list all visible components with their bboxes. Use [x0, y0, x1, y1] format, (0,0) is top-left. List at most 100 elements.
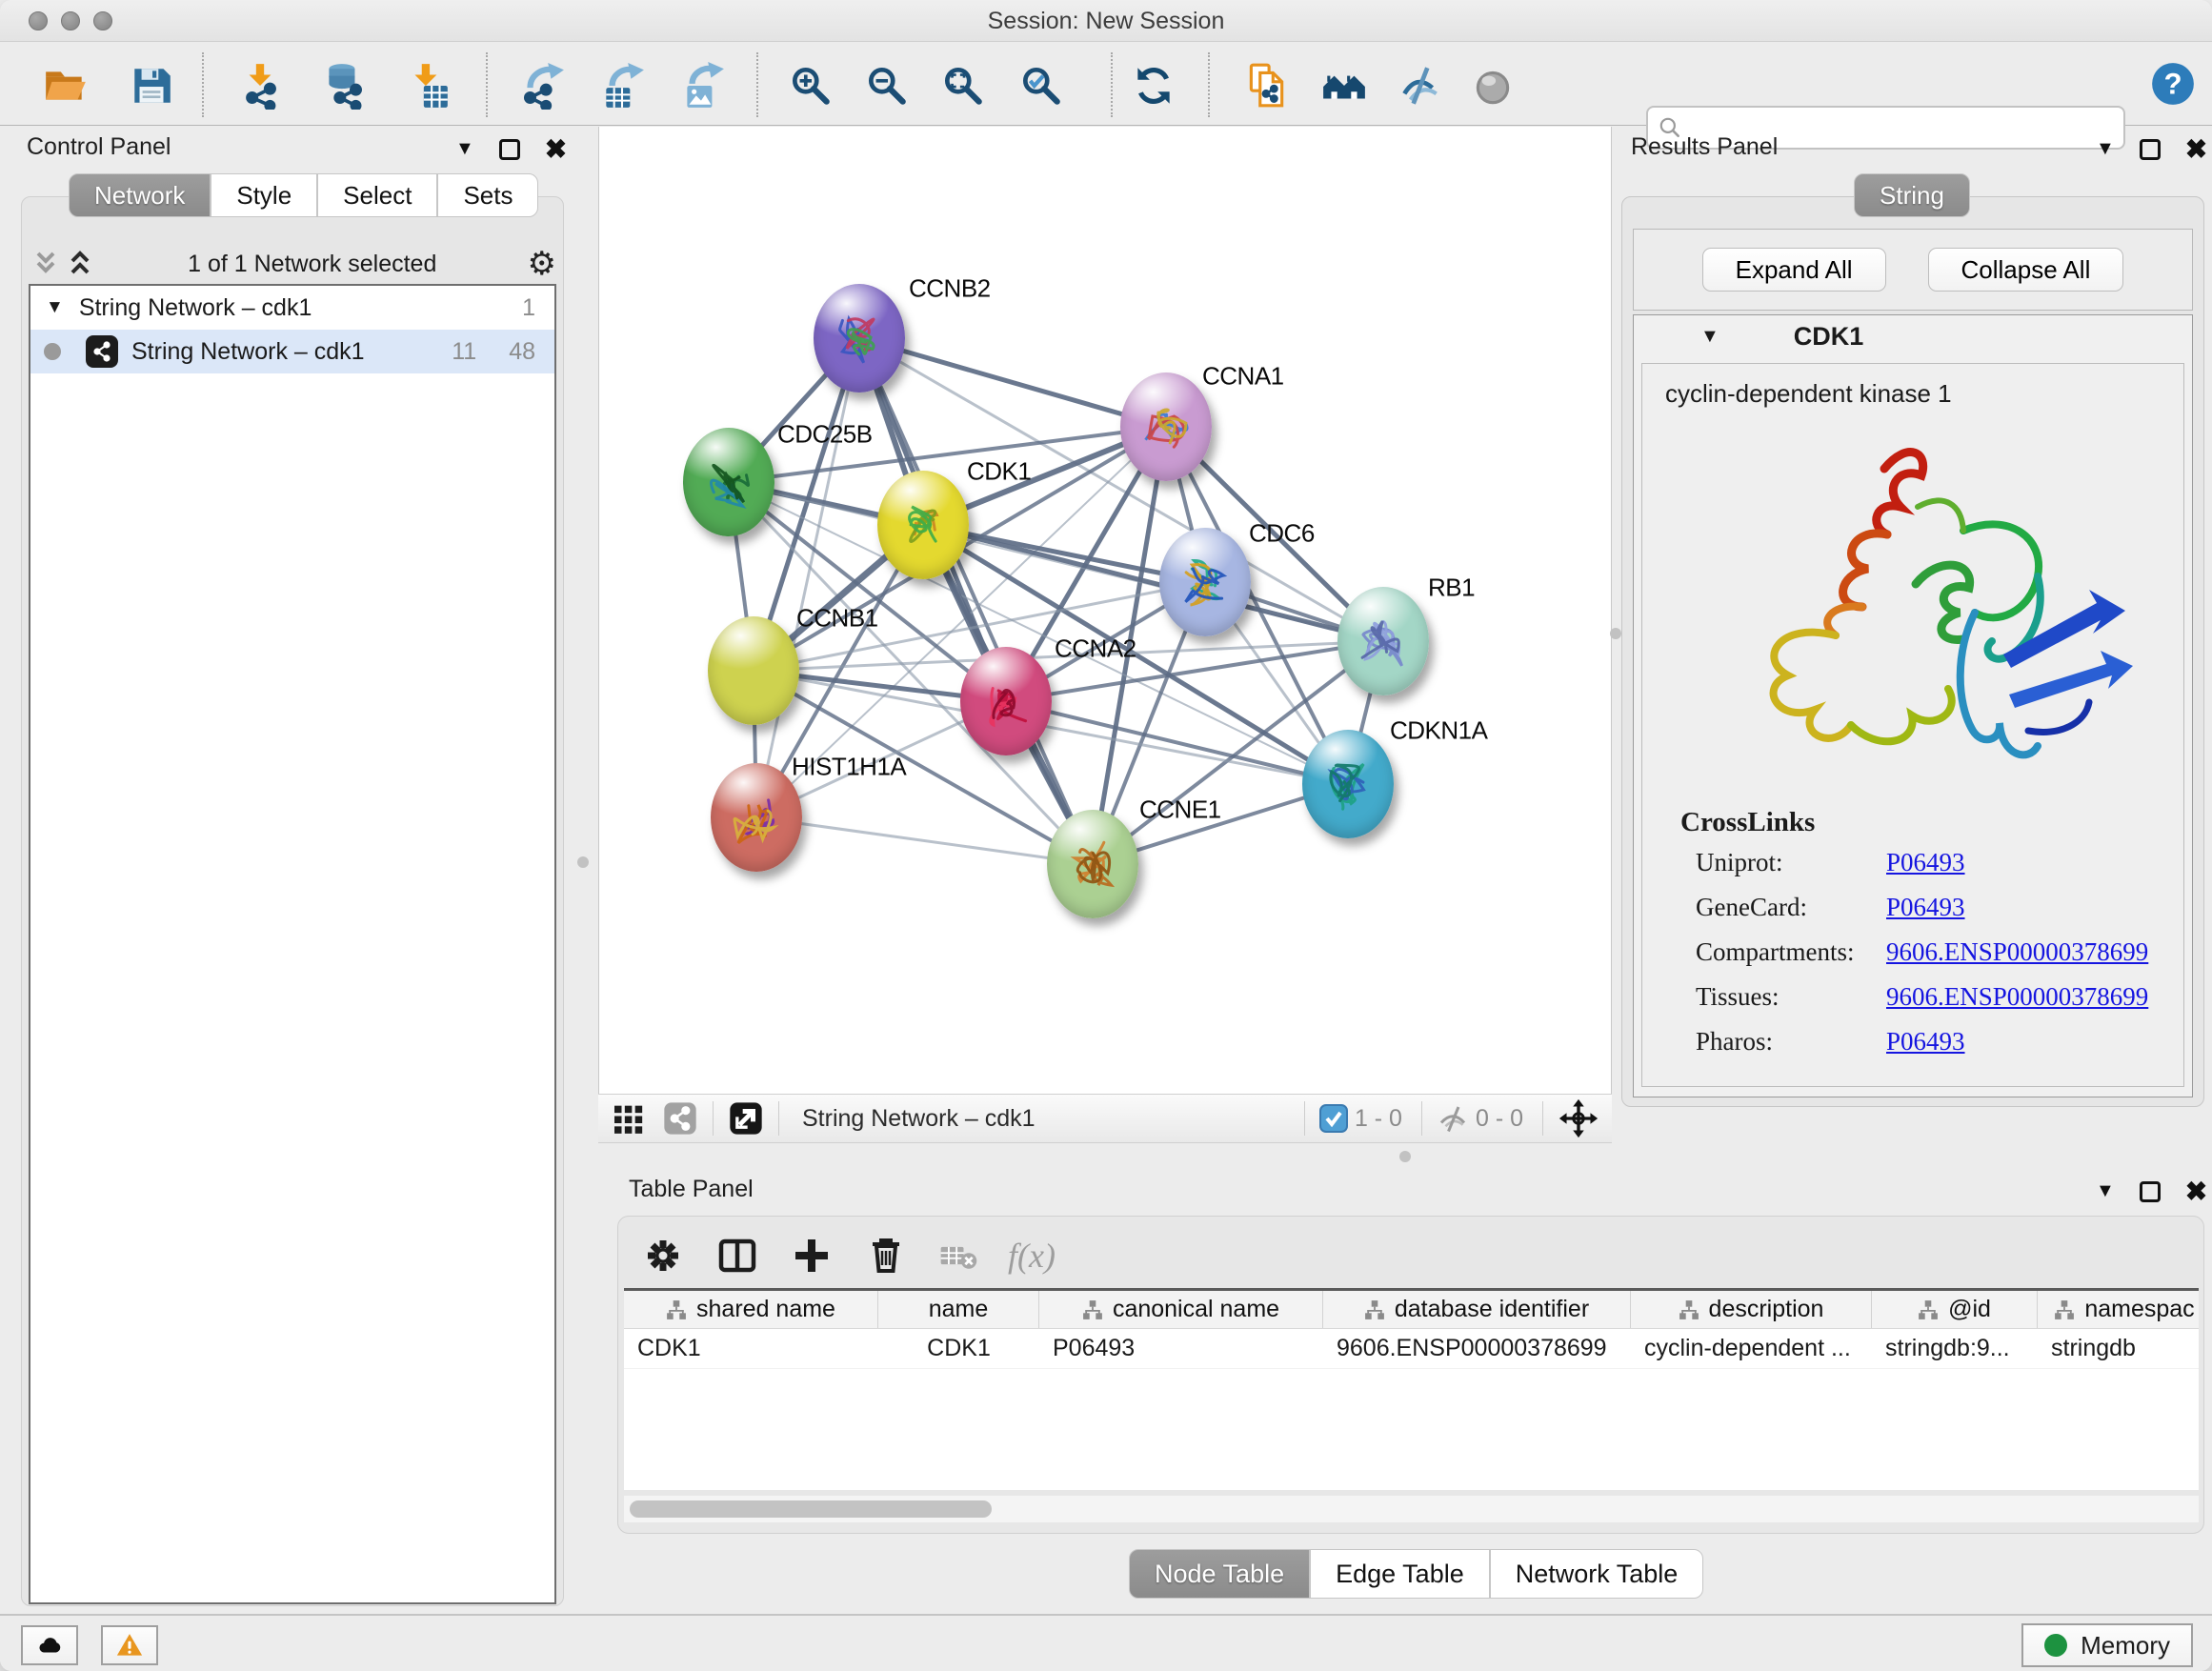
collapse-all-icon[interactable] — [29, 248, 63, 280]
tab-node-table[interactable]: Node Table — [1129, 1549, 1310, 1599]
help-button[interactable]: ? — [2145, 56, 2201, 111]
cloud-status-button[interactable] — [21, 1625, 78, 1665]
zoom-selected-button[interactable] — [1014, 58, 1069, 113]
export-network-button[interactable] — [514, 58, 570, 113]
tab-select[interactable]: Select — [317, 173, 437, 217]
column-header-canonical-name[interactable]: canonical name — [1039, 1291, 1323, 1328]
entry-expander-icon[interactable]: ▼ — [1700, 326, 1719, 348]
warnings-button[interactable] — [101, 1625, 158, 1665]
selected-checkbox-icon[interactable] — [1318, 1103, 1349, 1134]
tab-sets[interactable]: Sets — [437, 173, 538, 217]
import-table-from-file-button[interactable] — [400, 58, 455, 113]
network-node-CCNA2[interactable] — [960, 647, 1052, 755]
network-node-HIST1H1A[interactable] — [711, 763, 802, 872]
tab-network-table[interactable]: Network Table — [1490, 1549, 1704, 1599]
network-node-CDKN1A[interactable] — [1302, 730, 1394, 838]
network-options-gear-icon[interactable]: ⚙ — [528, 248, 556, 280]
network-collection-row[interactable]: ▼ String Network – cdk1 1 — [30, 286, 554, 330]
show-graphics-details-button[interactable] — [1465, 58, 1520, 113]
show-columns-icon[interactable] — [714, 1233, 760, 1278]
import-network-from-database-button[interactable] — [316, 58, 372, 113]
tab-network[interactable]: Network — [69, 173, 211, 217]
table-cell[interactable]: cyclin-dependent ... — [1631, 1329, 1872, 1368]
crosslink-value-link[interactable]: 9606.ENSP00000378699 — [1886, 937, 2148, 967]
fit-selected-move-icon[interactable] — [1557, 1097, 1600, 1140]
table-horizontal-scrollbar[interactable] — [624, 1496, 2199, 1522]
column-header-shared-name[interactable]: shared name — [624, 1291, 878, 1328]
right-splitter-handle[interactable] — [1610, 628, 1621, 639]
left-splitter-handle[interactable] — [577, 856, 589, 868]
export-table-button[interactable] — [594, 58, 650, 113]
maximize-panel-icon[interactable] — [2140, 1181, 2161, 1202]
network-canvas[interactable]: CCNB2CCNA1CDC25BCDK1CDC6RB1CCNB1CCNA2CDK… — [598, 127, 1612, 1094]
network-view-icon[interactable] — [661, 1099, 699, 1137]
refresh-view-button[interactable] — [1126, 58, 1181, 113]
network-node-RB1[interactable] — [1337, 587, 1429, 695]
table-cell[interactable]: stringdb — [2038, 1329, 2199, 1368]
delete-column-icon[interactable] — [863, 1233, 909, 1278]
network-row[interactable]: String Network – cdk1 11 48 — [30, 330, 554, 373]
hidden-eye-slash-icon[interactable] — [1436, 1101, 1470, 1136]
scrollbar-thumb[interactable] — [630, 1500, 992, 1518]
network-node-CCNB2[interactable] — [814, 284, 905, 393]
hide-graphics-details-button[interactable] — [1393, 58, 1448, 113]
eye-slash-icon — [1397, 62, 1444, 110]
network-edge[interactable] — [756, 338, 859, 817]
network-edge[interactable] — [859, 338, 1093, 864]
network-node-CCNB1[interactable] — [708, 616, 799, 725]
memory-button[interactable]: Memory — [2021, 1623, 2193, 1667]
open-session-button[interactable] — [38, 58, 93, 113]
network-node-CDC6[interactable] — [1159, 528, 1251, 636]
tab-string[interactable]: String — [1854, 173, 1970, 217]
tab-style[interactable]: Style — [211, 173, 317, 217]
float-panel-icon[interactable]: ▼ — [455, 138, 474, 160]
float-panel-icon[interactable]: ▼ — [2096, 1180, 2115, 1202]
separator — [1304, 1101, 1305, 1136]
collection-expander-icon[interactable]: ▼ — [46, 297, 64, 318]
zoom-fit-button[interactable] — [935, 58, 991, 113]
close-panel-icon[interactable]: ✖ — [545, 133, 567, 165]
table-cell[interactable]: CDK1 — [878, 1329, 1039, 1368]
close-panel-icon[interactable]: ✖ — [2185, 133, 2207, 165]
table-cell[interactable]: P06493 — [1039, 1329, 1323, 1368]
clone-network-button[interactable] — [1238, 58, 1294, 113]
float-panel-icon[interactable]: ▼ — [2096, 138, 2115, 160]
network-node-CCNA1[interactable] — [1120, 372, 1212, 481]
add-column-icon[interactable] — [789, 1233, 835, 1278]
crosslink-value-link[interactable]: P06493 — [1886, 1027, 1965, 1057]
table-cell[interactable]: CDK1 — [624, 1329, 878, 1368]
column-header--id[interactable]: @id — [1872, 1291, 2038, 1328]
column-header-description[interactable]: description — [1631, 1291, 1872, 1328]
export-image-button[interactable] — [674, 58, 730, 113]
column-header-database-identifier[interactable]: database identifier — [1323, 1291, 1631, 1328]
table-cell[interactable]: stringdb:9... — [1872, 1329, 2038, 1368]
close-panel-icon[interactable]: ✖ — [2185, 1176, 2207, 1207]
expand-all-icon[interactable] — [63, 248, 97, 280]
crosslink-value-link[interactable]: P06493 — [1886, 893, 1965, 922]
horizontal-splitter-handle[interactable] — [1399, 1151, 1411, 1162]
table-row[interactable]: CDK1CDK1P064939606.ENSP00000378699cyclin… — [624, 1329, 2199, 1369]
grid-view-icon[interactable] — [610, 1099, 648, 1137]
zoom-in-button[interactable] — [783, 58, 838, 113]
crosslink-value-link[interactable]: 9606.ENSP00000378699 — [1886, 982, 2148, 1012]
result-entry-header[interactable]: ▼ CDK1 — [1634, 315, 2192, 357]
network-edge[interactable] — [756, 817, 1093, 864]
detach-view-icon[interactable] — [727, 1099, 765, 1137]
maximize-panel-icon[interactable] — [499, 139, 520, 160]
maximize-panel-icon[interactable] — [2140, 139, 2161, 160]
network-node-CCNE1[interactable] — [1047, 810, 1138, 918]
zoom-out-button[interactable] — [859, 58, 915, 113]
collapse-all-button[interactable]: Collapse All — [1928, 248, 2124, 292]
table-cell[interactable]: 9606.ENSP00000378699 — [1323, 1329, 1631, 1368]
crosslink-value-link[interactable]: P06493 — [1886, 848, 1965, 877]
table-options-gear-icon[interactable] — [640, 1233, 686, 1278]
column-header-name[interactable]: name — [878, 1291, 1039, 1328]
network-node-CDC25B[interactable] — [683, 428, 774, 536]
network-node-CDK1[interactable] — [877, 471, 969, 579]
expand-all-button[interactable]: Expand All — [1702, 248, 1886, 292]
tab-edge-table[interactable]: Edge Table — [1310, 1549, 1490, 1599]
save-session-button[interactable] — [124, 58, 179, 113]
show-nested-network-button[interactable] — [1317, 58, 1372, 113]
import-network-from-file-button[interactable] — [232, 58, 288, 113]
column-header-namespac[interactable]: namespac — [2038, 1291, 2199, 1328]
